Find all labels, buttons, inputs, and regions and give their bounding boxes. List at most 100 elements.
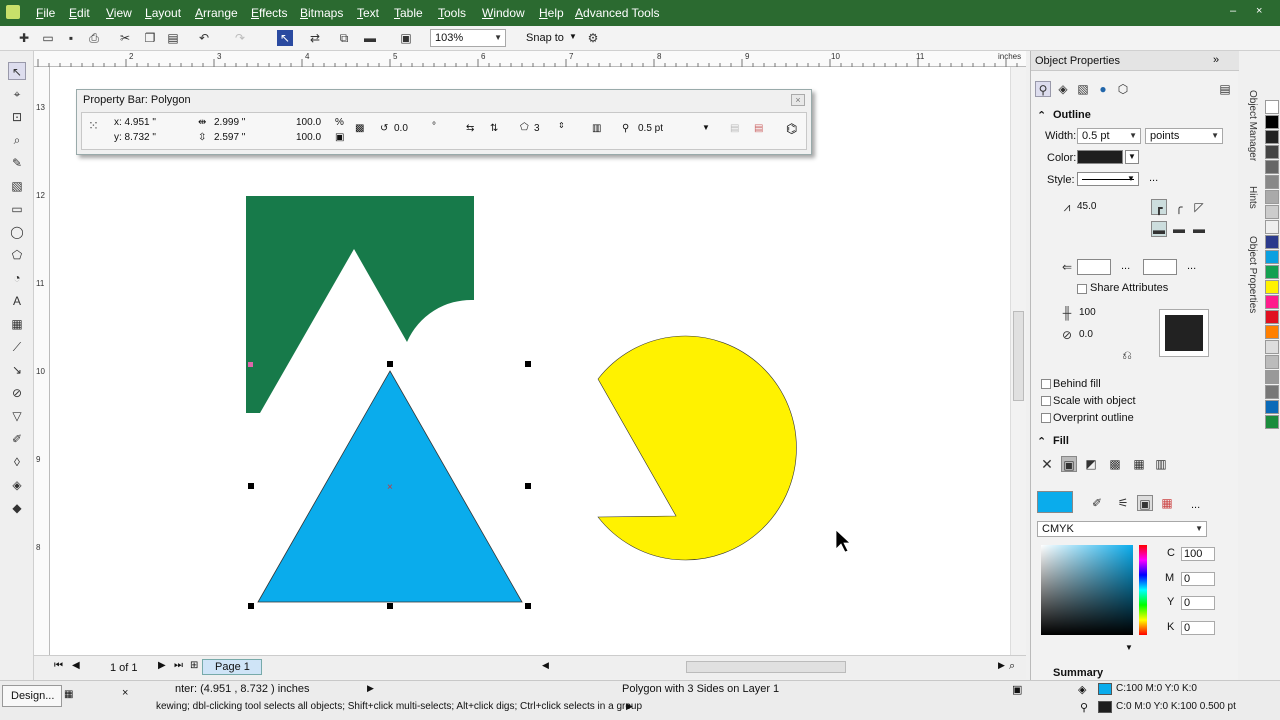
end-arrowhead-select[interactable]: [1143, 259, 1177, 275]
close-icon[interactable]: ×: [791, 94, 805, 106]
text-tool-icon[interactable]: A: [8, 292, 26, 310]
more-arrows-icon[interactable]: ...: [1121, 260, 1130, 272]
more-styles-icon[interactable]: ...: [1149, 172, 1158, 184]
bevel-join-icon[interactable]: ◸: [1191, 199, 1207, 215]
outline-tab-icon[interactable]: ⚲: [1035, 81, 1051, 97]
open-icon[interactable]: ▭: [40, 30, 56, 46]
palette-swatch[interactable]: [1265, 160, 1279, 174]
more-options-icon[interactable]: ...: [1191, 499, 1200, 511]
menu-text[interactable]: Text: [357, 6, 379, 20]
undo-icon[interactable]: ↶: [196, 30, 212, 46]
first-page-icon[interactable]: ⏮: [54, 660, 63, 671]
convert-to-curves-icon[interactable]: ⌬: [786, 121, 797, 137]
color-mixers-icon[interactable]: ⚟: [1115, 495, 1131, 511]
share-attributes-checkbox[interactable]: [1077, 284, 1087, 294]
scale-height-field[interactable]: 100.0: [296, 132, 321, 143]
expand-arrow-icon[interactable]: ▶: [626, 701, 633, 712]
menu-edit[interactable]: Edit: [69, 6, 90, 20]
save-icon[interactable]: ▪: [63, 30, 79, 46]
smart-fill-icon[interactable]: ▧: [8, 177, 26, 195]
center-marker[interactable]: ×: [387, 482, 393, 493]
export-icon[interactable]: ⇄: [307, 30, 323, 46]
import-icon[interactable]: ↖: [277, 30, 293, 46]
height-field[interactable]: 2.597 ": [214, 132, 245, 143]
palette-swatch[interactable]: [1265, 115, 1279, 129]
texture-fill-icon[interactable]: ▥: [1153, 456, 1169, 472]
cut-icon[interactable]: ✂: [117, 30, 133, 46]
page-tab[interactable]: Page 1: [202, 659, 262, 675]
menu-view[interactable]: View: [106, 6, 132, 20]
options-icon[interactable]: ⚙: [585, 30, 601, 46]
color-model-select[interactable]: CMYK ▼: [1037, 521, 1207, 537]
menu-table[interactable]: Table: [394, 6, 423, 20]
last-page-icon[interactable]: ⏭: [174, 660, 183, 671]
palette-swatch[interactable]: [1265, 385, 1279, 399]
palette-swatch[interactable]: [1265, 415, 1279, 429]
object-manager-tab[interactable]: Object Manager: [1240, 90, 1258, 161]
fountain-fill-icon[interactable]: ◩: [1083, 456, 1099, 472]
expand-arrow-icon[interactable]: ▶: [367, 683, 374, 694]
palette-swatch[interactable]: [1265, 220, 1279, 234]
palette-swatch[interactable]: [1265, 340, 1279, 354]
hints-tab[interactable]: Hints: [1240, 186, 1258, 209]
docker-options-icon[interactable]: ▤: [1217, 81, 1233, 97]
eyedropper-tool-icon[interactable]: ✐: [8, 430, 26, 448]
start-arrowhead-select[interactable]: [1077, 259, 1111, 275]
rotation-angle-field[interactable]: 0.0: [394, 123, 408, 134]
bitmap-pattern-icon[interactable]: ▦: [1131, 456, 1147, 472]
palette-swatch[interactable]: [1265, 250, 1279, 264]
palette-swatch[interactable]: [1265, 205, 1279, 219]
ellipse-tool-icon[interactable]: ◯: [8, 223, 26, 241]
grid-icon[interactable]: ▦: [64, 689, 73, 700]
collapse-icon[interactable]: ⌃: [1037, 109, 1046, 122]
collapse-icon[interactable]: ⌃: [1037, 435, 1046, 448]
miter-limit-field[interactable]: 45.0: [1077, 201, 1096, 212]
menu-bitmaps[interactable]: Bitmaps: [300, 6, 343, 20]
black-value-field[interactable]: 0: [1181, 621, 1215, 635]
behind-fill-checkbox[interactable]: [1041, 379, 1051, 389]
transparency-tool-icon[interactable]: ▽: [8, 407, 26, 425]
interactive-fill-icon[interactable]: ◆: [8, 499, 26, 517]
palette-swatch[interactable]: [1265, 100, 1279, 114]
current-fill-swatch[interactable]: [1037, 491, 1073, 513]
mirror-vertical-icon[interactable]: ⇅: [490, 123, 498, 134]
shape-tab-icon[interactable]: ⬡: [1115, 81, 1131, 97]
pick-tool-icon[interactable]: ↖: [8, 62, 26, 80]
palette-swatch[interactable]: [1265, 235, 1279, 249]
new-document-icon[interactable]: ✚: [16, 30, 32, 46]
outline-color-swatch[interactable]: [1077, 150, 1123, 164]
palette-swatch[interactable]: [1265, 295, 1279, 309]
connector-tool-icon[interactable]: ↘: [8, 361, 26, 379]
hue-slider[interactable]: [1139, 545, 1147, 635]
palette-swatch[interactable]: [1265, 175, 1279, 189]
spinner-icon[interactable]: ⇕: [558, 121, 565, 130]
more-arrows-icon[interactable]: ...: [1187, 260, 1196, 272]
palette-swatch[interactable]: [1265, 265, 1279, 279]
stretch-field[interactable]: 100: [1079, 307, 1096, 318]
chevron-down-icon[interactable]: ▼: [702, 123, 710, 132]
paste-icon[interactable]: ▤: [165, 30, 181, 46]
miter-join-icon[interactable]: ┏: [1151, 199, 1167, 215]
menu-window[interactable]: Window: [482, 6, 525, 20]
outline-units-select[interactable]: points ▼: [1145, 128, 1223, 144]
property-bar-polygon[interactable]: Property Bar: Polygon × ⁙ x: 4.951 " y: …: [76, 89, 812, 155]
close-button[interactable]: ×: [1256, 5, 1262, 17]
dimension-tool-icon[interactable]: ⟋: [8, 338, 26, 356]
round-join-icon[interactable]: ╭: [1171, 199, 1187, 215]
outline-color-swatch[interactable]: [1098, 701, 1112, 713]
overprint-outline-checkbox[interactable]: [1041, 413, 1051, 423]
freehand-tool-icon[interactable]: ✎: [8, 154, 26, 172]
reset-nib-icon[interactable]: ⎌: [1119, 347, 1135, 363]
nib-angle-field[interactable]: 0.0: [1079, 329, 1093, 340]
zoom-level-select[interactable]: 103% ▼: [430, 29, 506, 47]
menu-advanced-tools[interactable]: Advanced Tools: [575, 6, 660, 20]
cyan-value-field[interactable]: 100: [1181, 547, 1215, 561]
color-picker-area[interactable]: [1041, 545, 1133, 635]
copy-icon[interactable]: ❐: [142, 30, 158, 46]
width-field[interactable]: 2.999 ": [214, 117, 245, 128]
y-position-field[interactable]: y: 8.732 ": [114, 132, 156, 143]
yellow-pie-wedge[interactable]: [597, 335, 797, 561]
chevron-down-icon[interactable]: ▼: [1127, 172, 1135, 186]
polygon-tool-icon[interactable]: ⬠: [8, 246, 26, 264]
lock-icon[interactable]: ▩: [355, 123, 364, 134]
